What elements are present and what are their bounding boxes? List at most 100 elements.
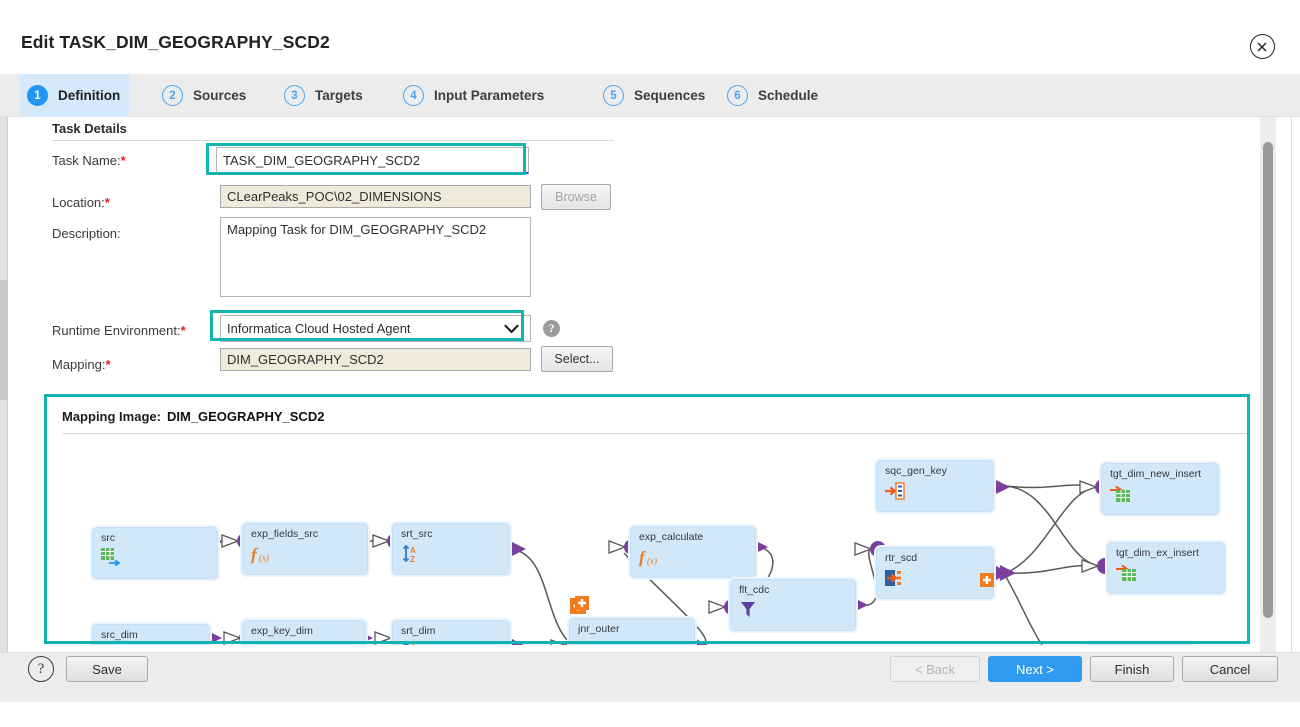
node-label: tgt_dim_new_insert [1110, 468, 1202, 480]
task-name-label: Task Name:* [52, 153, 126, 168]
tab-targets[interactable]: 3 Targets [277, 74, 372, 117]
cancel-button[interactable]: Cancel [1182, 656, 1278, 682]
finish-button[interactable]: Finish [1090, 656, 1174, 682]
mapping-canvas[interactable]: src exp_fields_src f (x) srt_src A Z src… [62, 435, 1254, 645]
mapping-node-src_dim[interactable]: src_dim [90, 622, 212, 645]
svg-text:(x): (x) [647, 556, 657, 566]
required-marker: * [120, 153, 126, 168]
help-icon[interactable]: ? [28, 656, 54, 682]
svg-text:f: f [639, 548, 647, 567]
mapping-node-tgt_dim_ex_insert[interactable]: tgt_dim_ex_insert [1105, 540, 1227, 596]
router-plus-badge-icon [980, 573, 994, 587]
node-label: srt_dim [401, 625, 436, 637]
required-marker: * [180, 323, 186, 338]
mapping-node-jnr_outer[interactable]: jnr_outer [567, 616, 697, 645]
mapping-node-exp_fields_src[interactable]: exp_fields_src f (x) [240, 521, 370, 577]
router-icon [885, 568, 909, 593]
node-label: src [101, 532, 115, 544]
runtime-environment-help-icon[interactable]: ? [543, 320, 560, 337]
node-label: tgt_dim_ex_insert [1116, 547, 1199, 559]
tab-label: Definition [58, 88, 121, 103]
sort-az-icon: A Z [401, 544, 425, 569]
tab-sources[interactable]: 2 Sources [155, 74, 255, 117]
location-label: Location:* [52, 195, 110, 210]
save-button[interactable]: Save [66, 656, 148, 682]
next-button[interactable]: Next > [988, 656, 1082, 682]
tab-definition[interactable]: 1 Definition [20, 74, 130, 117]
runtime-environment-select-wrap: Informatica Cloud Hosted Agent [220, 315, 531, 342]
vertical-scrollbar-thumb[interactable] [1263, 142, 1273, 618]
sequence-icon [885, 481, 907, 506]
node-label: src_dim [101, 629, 138, 641]
mapping-node-exp_key_dim[interactable]: exp_key_dim f (x) [240, 618, 368, 645]
mapping-image-label: Mapping Image: [62, 409, 161, 424]
node-label: sqc_gen_key [885, 465, 947, 477]
required-marker: * [105, 357, 111, 372]
mapping-image-block: Mapping Image: DIM_GEOGRAPHY_SCD2 src ex… [52, 403, 1258, 649]
expression-fx-icon: f (x) [251, 641, 275, 645]
mapping-node-exp_calculate[interactable]: exp_calculate f (x) [628, 524, 758, 580]
location-label-text: Location: [52, 195, 105, 210]
runtime-environment-select[interactable]: Informatica Cloud Hosted Agent [220, 315, 531, 342]
close-icon[interactable] [1250, 34, 1275, 59]
page-title: Edit TASK_DIM_GEOGRAPHY_SCD2 [21, 32, 330, 52]
tab-label: Input Parameters [434, 88, 545, 103]
wizard-tabstrip: 1 Definition 2 Sources 3 Targets 4 Input… [0, 74, 1300, 117]
panel-right-edge [1291, 117, 1300, 652]
tab-number: 2 [162, 85, 183, 106]
mapping-node-rtr_scd[interactable]: rtr_scd [874, 545, 996, 601]
mapping-image-name: DIM_GEOGRAPHY_SCD2 [166, 409, 325, 424]
node-label: rtr_scd [885, 552, 918, 564]
mapping-node-srt_dim[interactable]: srt_dim A Z [390, 618, 512, 645]
tab-number: 3 [284, 85, 305, 106]
table-target-icon [1110, 484, 1134, 509]
svg-text:f: f [251, 642, 259, 645]
tab-sequences[interactable]: 5 Sequences [596, 74, 714, 117]
mapping-node-tgt_dim_new_insert[interactable]: tgt_dim_new_insert [1099, 461, 1221, 517]
vertical-scrollbar-track[interactable] [1260, 117, 1276, 652]
runtime-environment-label-text: Runtime Environment: [52, 323, 181, 338]
definition-panel: Task Details Task Name:* Location:* Brow… [9, 117, 1291, 652]
svg-text:(x): (x) [259, 553, 269, 563]
select-mapping-button[interactable]: Select... [541, 346, 613, 372]
table-target-icon [1116, 563, 1140, 588]
browse-button[interactable]: Browse [541, 184, 611, 210]
task-name-input[interactable] [216, 147, 529, 174]
node-label: exp_fields_src [251, 528, 319, 540]
tab-label: Targets [315, 88, 363, 103]
node-label: flt_cdc [739, 584, 770, 596]
mapping-node-flt_cdc[interactable]: flt_cdc [728, 577, 858, 633]
tab-label: Sequences [634, 88, 706, 103]
description-textarea[interactable]: Mapping Task for DIM_GEOGRAPHY_SCD2 [220, 217, 531, 297]
mapping-input[interactable] [220, 348, 531, 371]
task-name-label-text: Task Name: [52, 153, 121, 168]
mapping-node-sqc_gen_key[interactable]: sqc_gen_key [874, 458, 996, 514]
left-gutter [0, 117, 8, 652]
mapping-node-partial-bottom[interactable] [1085, 640, 1195, 645]
bottom-spacer [0, 702, 1300, 727]
tab-label: Schedule [758, 88, 819, 103]
tab-number: 5 [603, 85, 624, 106]
mapping-label: Mapping:* [52, 357, 111, 372]
section-divider [52, 140, 614, 141]
sort-az-icon: A Z [401, 641, 425, 645]
runtime-environment-label: Runtime Environment:* [52, 323, 186, 338]
tab-number: 4 [403, 85, 424, 106]
svg-text:A: A [410, 546, 416, 555]
back-button[interactable]: < Back [890, 656, 980, 682]
mapping-node-src[interactable]: src [90, 525, 220, 581]
mapping-label-text: Mapping: [52, 357, 106, 372]
dialog-titlebar: Edit TASK_DIM_GEOGRAPHY_SCD2 [0, 0, 1300, 74]
node-label: jnr_outer [578, 623, 620, 635]
tab-input-parameters[interactable]: 4 Input Parameters [396, 74, 553, 117]
edit-task-dialog: Edit TASK_DIM_GEOGRAPHY_SCD2 1 Definitio… [0, 0, 1300, 727]
tab-label: Sources [193, 88, 247, 103]
tab-schedule[interactable]: 6 Schedule [720, 74, 827, 117]
filter-funnel-icon [739, 600, 759, 625]
table-source-icon [101, 548, 121, 571]
mapping-node-srt_src[interactable]: srt_src A Z [390, 521, 512, 577]
expression-fx-icon: f (x) [251, 544, 275, 569]
joiner-plus-badge-icon-2 [575, 596, 589, 610]
svg-text:A: A [410, 643, 416, 645]
location-input[interactable] [220, 185, 531, 208]
